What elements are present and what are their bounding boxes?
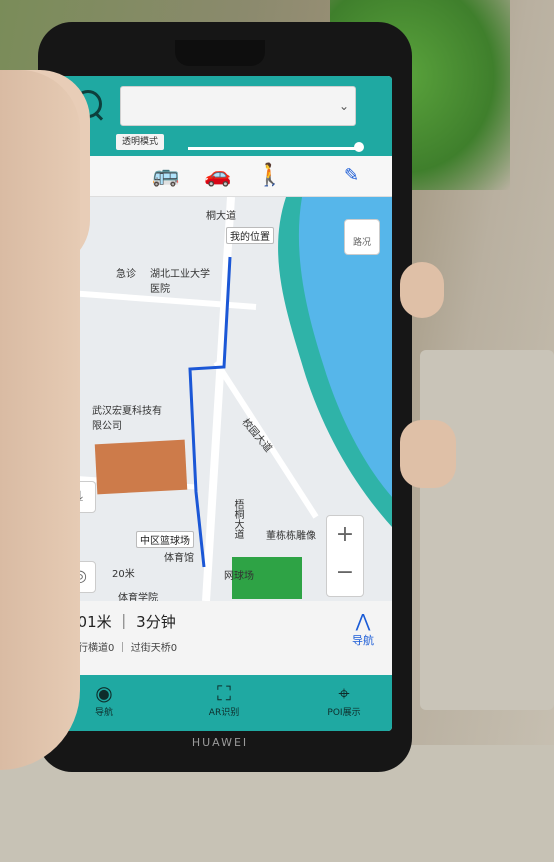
transparency-slider[interactable]	[188, 147, 358, 150]
tennis-label: 网球场	[224, 571, 254, 582]
road-label: 桐大道	[206, 211, 236, 222]
car-icon[interactable]: 🚗	[204, 164, 231, 188]
hospital-label: 湖北工业大学医院	[150, 269, 210, 295]
court	[94, 439, 188, 495]
mode-chip[interactable]: 透明模式	[116, 134, 165, 150]
phone-brand: HUAWEI	[191, 736, 249, 749]
paving-stone	[420, 350, 554, 710]
route-info-panel: 201米 ｜ 3分钟 人行横道0 ｜ 过街天桥0 ⋀ 导航	[56, 601, 392, 675]
edit-icon[interactable]: ✎	[344, 164, 359, 188]
phone-screen: ⌄ 透明模式 ‹ 🚌 🚗 🚶 ✎ 我的位置 桐大道 急诊 湖北工业大学医院 武汉…	[56, 76, 392, 731]
road-label: 梧桐大道	[232, 499, 243, 539]
top-bar: ⌄ 透明模式	[56, 76, 392, 156]
navigate-icon: ⋀	[355, 611, 371, 632]
tab-label: POI展示	[327, 708, 361, 718]
tab-ar-scan[interactable]: ⛶ AR识别	[184, 681, 264, 718]
travel-mode-bar: ‹ 🚌 🚗 🚶 ✎	[56, 156, 392, 197]
navigate-button[interactable]: ⋀ 导航	[348, 611, 378, 648]
route-details: 人行横道0 ｜ 过街天桥0	[68, 643, 178, 654]
emergency-label: 急诊	[116, 269, 136, 280]
traffic-label: 路况	[352, 238, 371, 248]
school-label: 体育学院	[118, 593, 158, 601]
finger	[400, 420, 456, 488]
walk-icon[interactable]: 🚶	[256, 164, 283, 188]
gym-label: 体育馆	[164, 553, 194, 564]
hand	[0, 70, 80, 770]
search-input[interactable]: ⌄	[120, 86, 356, 126]
slider-knob[interactable]	[354, 142, 364, 152]
pin-icon: ⌖	[338, 681, 350, 705]
statue-label: 董栋栋雕像	[266, 531, 316, 542]
zoom-in-icon[interactable]: +	[327, 516, 363, 554]
phone-notch	[175, 40, 265, 66]
tab-label: AR识别	[208, 708, 240, 718]
my-location-label: 我的位置	[226, 227, 274, 244]
navigate-label: 导航	[352, 634, 374, 647]
company-label: 武汉宏夏科技有限公司	[92, 406, 162, 432]
tab-poi[interactable]: ⌖ POI展示	[304, 681, 384, 718]
bottom-tab-bar: ◉ 导航 ⛶ AR识别 ⌖ POI展示	[56, 675, 392, 731]
basketball-label: 中区篮球场	[136, 531, 194, 548]
chevron-down-icon[interactable]: ⌄	[339, 99, 349, 113]
map-view[interactable]: 我的位置 桐大道 急诊 湖北工业大学医院 武汉宏夏科技有限公司 中区篮球场 体育…	[56, 197, 392, 601]
road	[202, 197, 235, 601]
zoom-out-icon[interactable]: −	[327, 554, 363, 592]
zoom-control[interactable]: + −	[326, 515, 364, 597]
finger	[400, 262, 444, 318]
route-summary: 201米 ｜ 3分钟	[68, 613, 176, 631]
bus-icon[interactable]: 🚌	[152, 164, 179, 188]
scale-label: 20米	[112, 569, 135, 580]
scan-icon: ⛶	[217, 681, 231, 705]
traffic-button[interactable]: 路况	[344, 219, 380, 255]
